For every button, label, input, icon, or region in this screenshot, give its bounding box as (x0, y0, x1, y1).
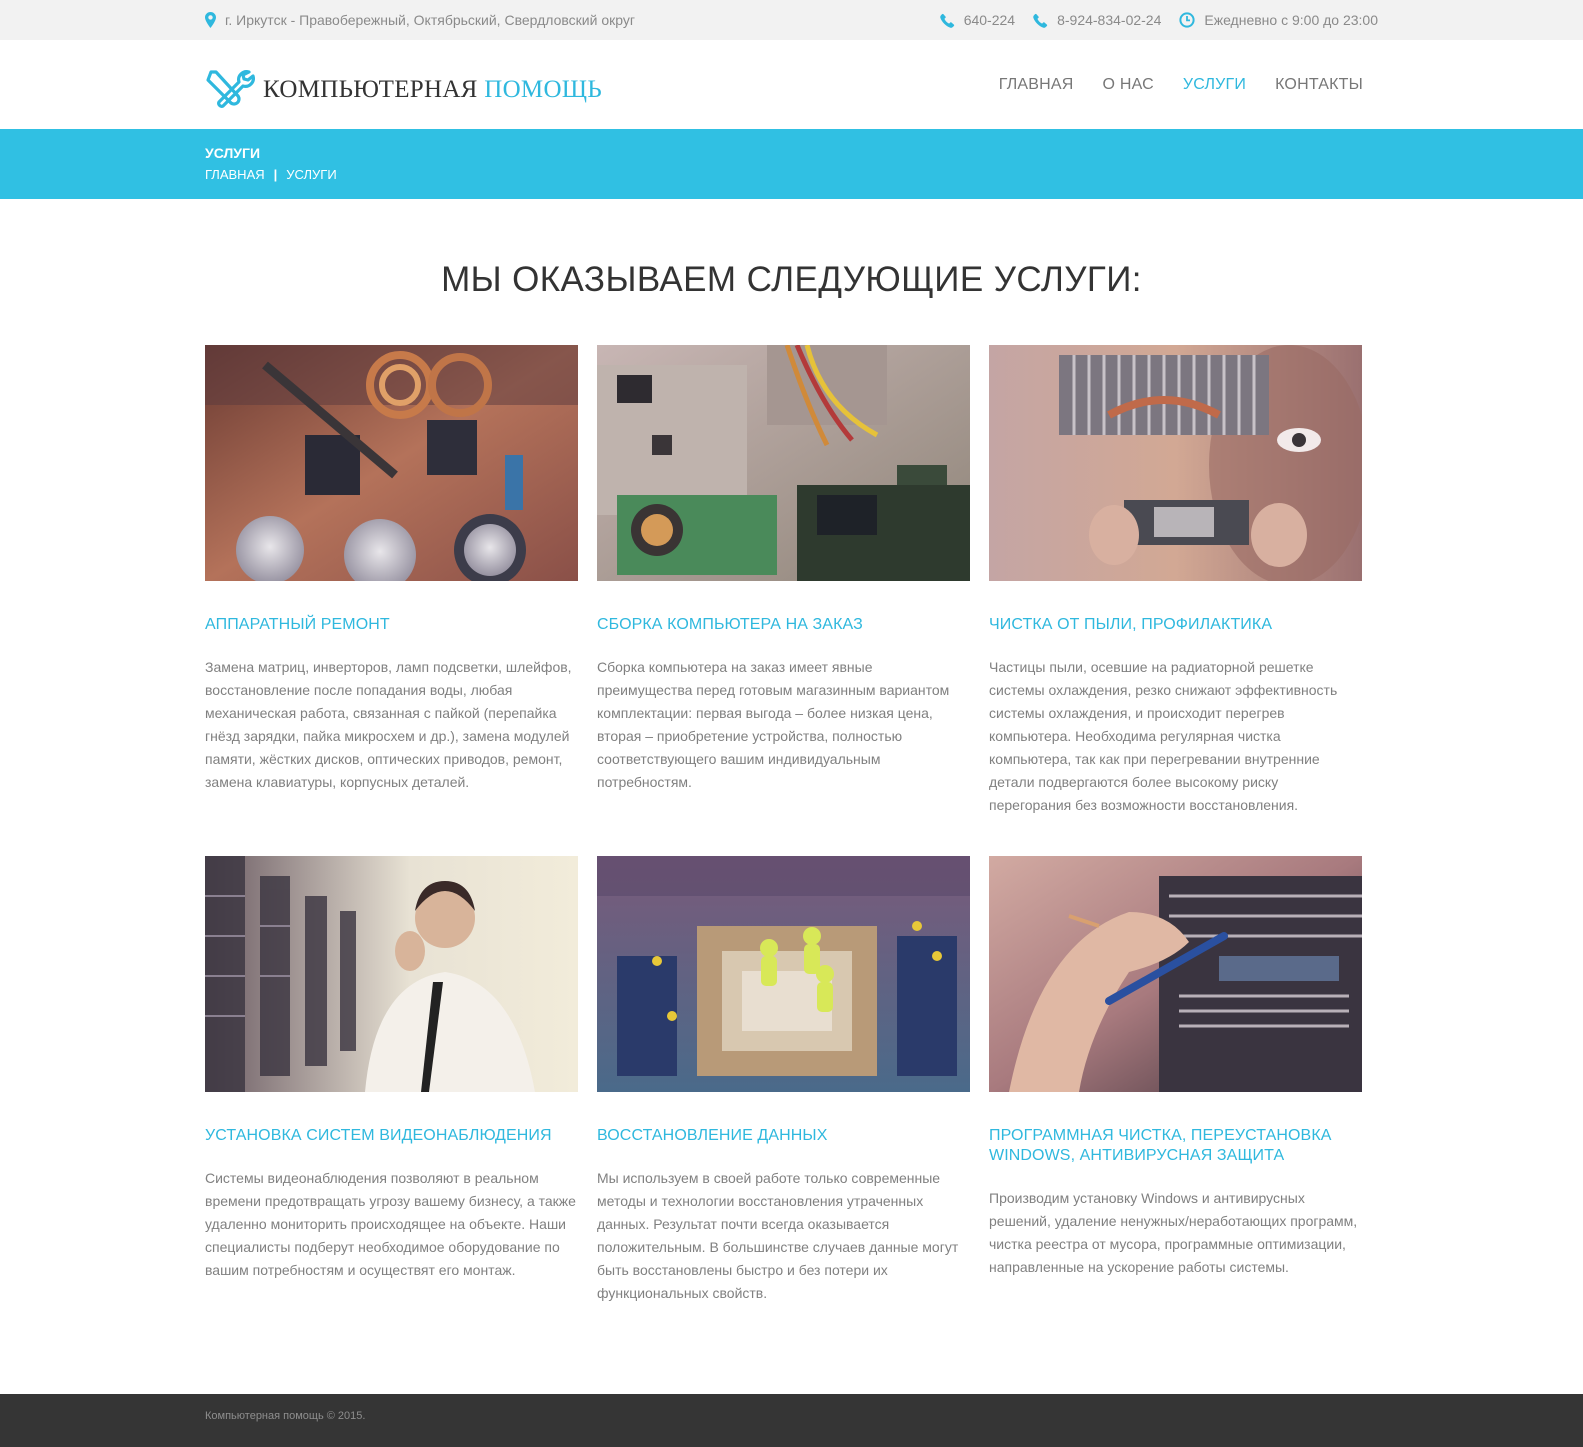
phone-1[interactable]: 640-224 (939, 12, 1016, 28)
phone-2-text: 8-924-834-02-24 (1057, 12, 1162, 28)
page-title-band: УСЛУГИ ГЛАВНАЯ | УСЛУГИ (0, 129, 1583, 199)
service-card: СБОРКА КОМПЬЮТЕРА НА ЗАКАЗ Сборка компью… (597, 345, 970, 794)
service-card: ПРОГРАММНАЯ ЧИСТКА, ПЕРЕУСТАНОВКА WINDOW… (989, 856, 1362, 1279)
phone-1-text: 640-224 (963, 12, 1016, 28)
service-title[interactable]: АППАРАТНЫЙ РЕМОНТ (205, 615, 578, 635)
working-hours: Ежедневно с 9:00 до 23:00 (1179, 12, 1378, 28)
nav-home[interactable]: ГЛАВНАЯ (999, 76, 1074, 94)
service-description: Производим установку Windows и антивирус… (989, 1190, 1358, 1275)
service-image-software (989, 856, 1362, 1092)
footer-copyright: Компьютерная помощь © 2015. (205, 1410, 366, 1422)
breadcrumb-home[interactable]: ГЛАВНАЯ (205, 167, 265, 182)
phone-icon (1033, 13, 1048, 28)
service-card: АППАРАТНЫЙ РЕМОНТ Замена матриц, инверто… (205, 345, 578, 794)
service-card: ВОССТАНОВЛЕНИЕ ДАННЫХ Мы используем в св… (597, 856, 970, 1305)
service-card: ЧИСТКА ОТ ПЫЛИ, ПРОФИЛАКТИКА Частицы пыл… (989, 345, 1362, 817)
logo-text-accent: ПОМОЩЬ (484, 75, 602, 103)
address: г. Иркутск - Правобережный, Октябрьский,… (205, 12, 635, 28)
map-pin-icon (205, 12, 216, 28)
main-nav: ГЛАВНАЯ О НАС УСЛУГИ КОНТАКТЫ (970, 40, 1363, 129)
service-card: УСТАНОВКА СИСТЕМ ВИДЕОНАБЛЮДЕНИЯ Системы… (205, 856, 578, 1282)
section-title: МЫ ОКАЗЫВАЕМ СЛЕДУЮЩИЕ УСЛУГИ: (441, 260, 1142, 299)
service-title[interactable]: ПРОГРАММНАЯ ЧИСТКА, ПЕРЕУСТАНОВКА WINDOW… (989, 1126, 1362, 1166)
service-title[interactable]: ВОССТАНОВЛЕНИЕ ДАННЫХ (597, 1126, 970, 1146)
site-header: КОМПЬЮТЕРНАЯ ПОМОЩЬ ГЛАВНАЯ О НАС УСЛУГИ… (0, 40, 1583, 129)
topbar: г. Иркутск - Правобережный, Октябрьский,… (0, 0, 1583, 40)
service-title[interactable]: СБОРКА КОМПЬЮТЕРА НА ЗАКАЗ (597, 615, 970, 635)
service-image-soldering (205, 345, 578, 581)
service-image-surveillance (205, 856, 578, 1092)
wrench-screwdriver-icon (205, 66, 255, 113)
phone-icon (939, 13, 955, 28)
hours-text: Ежедневно с 9:00 до 23:00 (1204, 12, 1378, 28)
breadcrumb: ГЛАВНАЯ | УСЛУГИ (205, 167, 337, 182)
address-text: г. Иркутск - Правобережный, Октябрьский,… (225, 12, 635, 28)
service-description: Частицы пыли, осевшие на радиаторной реш… (989, 659, 1338, 813)
service-title[interactable]: УСТАНОВКА СИСТЕМ ВИДЕОНАБЛЮДЕНИЯ (205, 1126, 578, 1146)
service-image-assembly (597, 345, 970, 581)
service-image-data-recovery (597, 856, 970, 1092)
nav-contacts[interactable]: КОНТАКТЫ (1275, 76, 1363, 94)
logo-text-main: КОМПЬЮТЕРНАЯ (263, 75, 478, 103)
service-description: Замена матриц, инверторов, ламп подсветк… (205, 659, 572, 790)
service-description: Сборка компьютера на заказ имеет явные п… (597, 659, 950, 790)
breadcrumb-current: УСЛУГИ (286, 167, 337, 182)
page-title: УСЛУГИ (205, 145, 261, 161)
nav-about[interactable]: О НАС (1103, 76, 1154, 94)
service-description: Системы видеонаблюдения позволяют в реал… (205, 1170, 576, 1278)
phone-2[interactable]: 8-924-834-02-24 (1033, 12, 1161, 28)
nav-services[interactable]: УСЛУГИ (1183, 76, 1246, 94)
clock-icon (1179, 12, 1195, 28)
logo[interactable]: КОМПЬЮТЕРНАЯ ПОМОЩЬ (205, 66, 602, 113)
service-title[interactable]: ЧИСТКА ОТ ПЫЛИ, ПРОФИЛАКТИКА (989, 615, 1362, 635)
logo-text: КОМПЬЮТЕРНАЯ ПОМОЩЬ (263, 76, 602, 104)
breadcrumb-separator: | (273, 167, 278, 182)
footer: Компьютерная помощь © 2015. (0, 1394, 1583, 1447)
service-description: Мы используем в своей работе только совр… (597, 1170, 959, 1301)
service-image-cleaning (989, 345, 1362, 581)
